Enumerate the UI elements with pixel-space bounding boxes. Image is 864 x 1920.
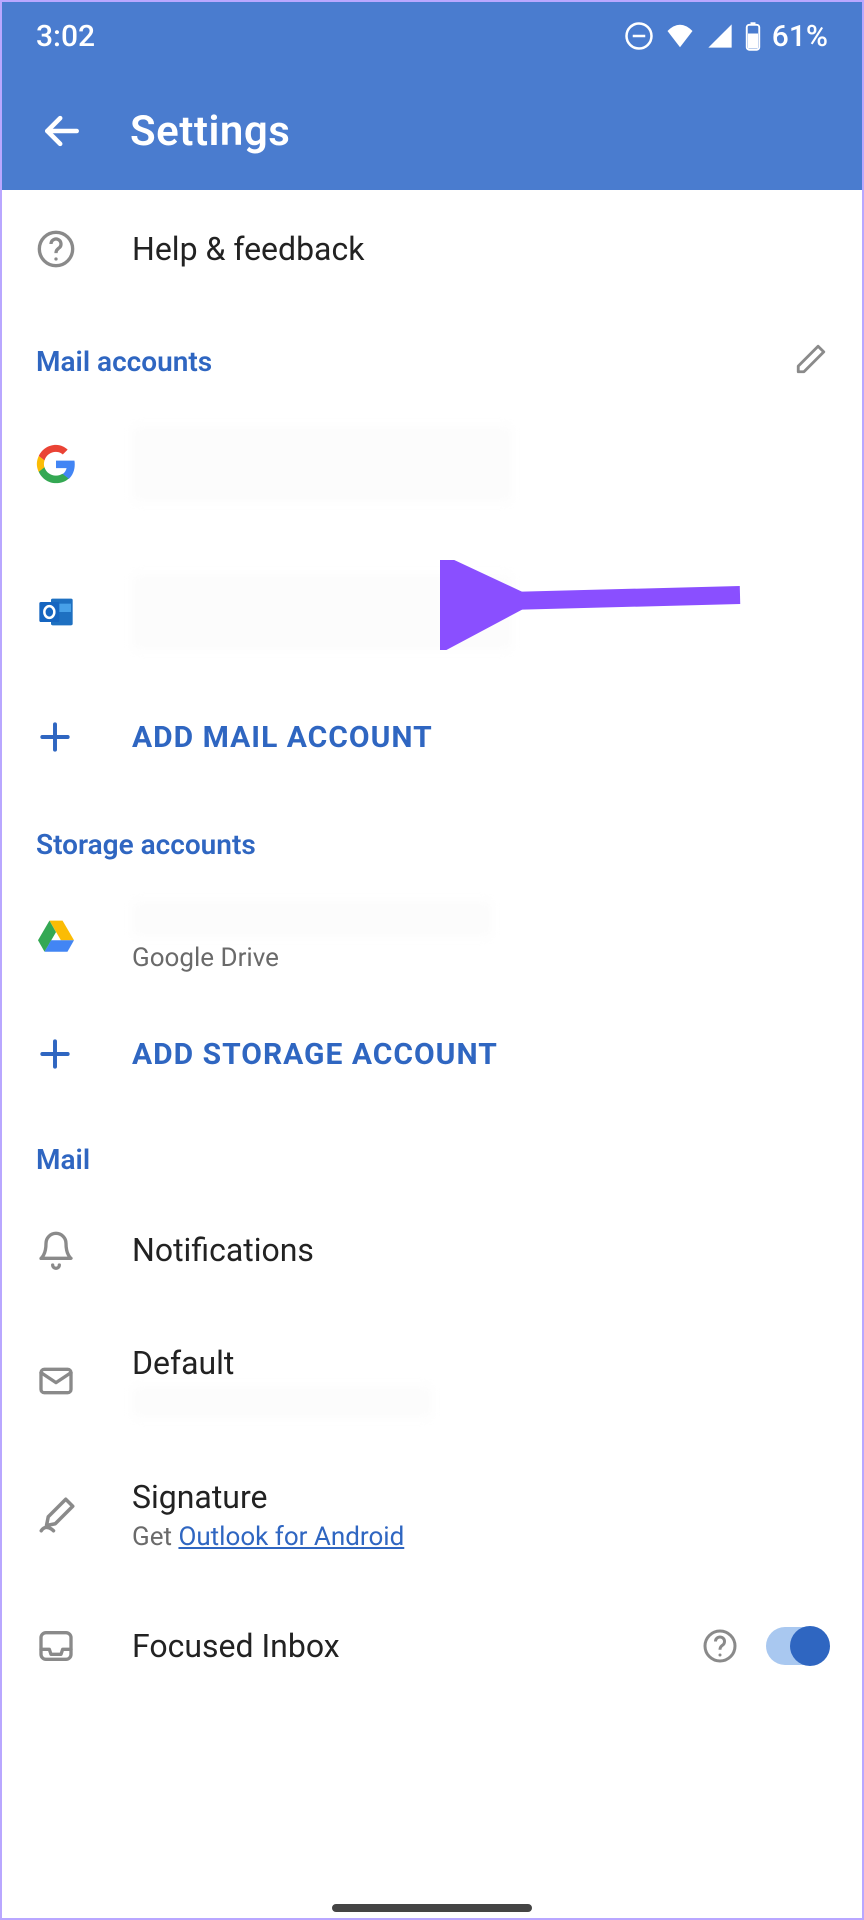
help-icon [36,229,76,269]
signature-row[interactable]: Signature Get Outlook for Android [0,1448,864,1582]
status-bar: 3:02 61% [0,0,864,72]
battery-text: 61% [772,19,828,54]
plus-icon [36,718,74,756]
help-feedback-row[interactable]: Help & feedback [0,204,864,294]
bell-icon [36,1230,76,1270]
navigation-handle[interactable] [332,1904,532,1912]
help-feedback-label: Help & feedback [132,230,364,268]
mail-account-outlook-row[interactable] [0,538,864,686]
add-mail-account-label: ADD MAIL ACCOUNT [132,720,433,755]
mail-accounts-title: Mail accounts [36,345,794,378]
plus-icon [36,1035,74,1073]
pencil-icon [794,342,828,376]
app-bar: Settings [0,72,864,190]
signature-label: Signature [132,1478,404,1516]
storage-accounts-header: Storage accounts [0,810,864,871]
redacted-account-text [132,574,512,650]
outlook-icon [36,592,76,632]
default-row[interactable]: Default [0,1314,864,1448]
redacted-account-text [132,901,492,937]
focused-inbox-label: Focused Inbox [132,1627,340,1665]
default-label: Default [132,1344,432,1382]
storage-account-drive-row[interactable]: Google Drive [0,871,864,1003]
redacted-default-value [132,1386,432,1418]
signature-sub: Get Outlook for Android [132,1522,404,1552]
battery-icon [744,21,762,51]
back-button[interactable] [32,101,92,161]
notifications-row[interactable]: Notifications [0,1186,864,1314]
mail-section-header: Mail [0,1125,864,1186]
focused-inbox-toggle[interactable] [766,1627,828,1665]
cell-signal-icon [706,22,734,50]
status-icons: 61% [624,19,828,54]
redacted-account-text [132,426,512,502]
arrow-left-icon [40,109,84,153]
storage-drive-sub: Google Drive [132,943,492,973]
wifi-icon [664,21,696,51]
storage-accounts-title: Storage accounts [36,828,828,861]
mail-section-title: Mail [36,1143,828,1176]
add-mail-account-row[interactable]: ADD MAIL ACCOUNT [0,686,864,788]
edit-accounts-button[interactable] [794,342,828,380]
notifications-label: Notifications [132,1231,314,1269]
inbox-icon [36,1626,76,1666]
google-drive-icon [36,919,76,955]
add-storage-account-label: ADD STORAGE ACCOUNT [132,1037,498,1072]
dnd-icon [624,21,654,51]
outlook-android-link[interactable]: Outlook for Android [178,1522,404,1552]
mail-account-google-row[interactable] [0,390,864,538]
focused-inbox-row[interactable]: Focused Inbox [0,1582,864,1686]
page-title: Settings [130,107,290,156]
help-icon[interactable] [702,1628,738,1664]
mail-icon [36,1361,76,1401]
google-icon [36,444,76,484]
mail-accounts-header: Mail accounts [0,324,864,390]
add-storage-account-row[interactable]: ADD STORAGE ACCOUNT [0,1003,864,1105]
signature-icon [36,1494,78,1536]
status-time: 3:02 [36,19,624,54]
